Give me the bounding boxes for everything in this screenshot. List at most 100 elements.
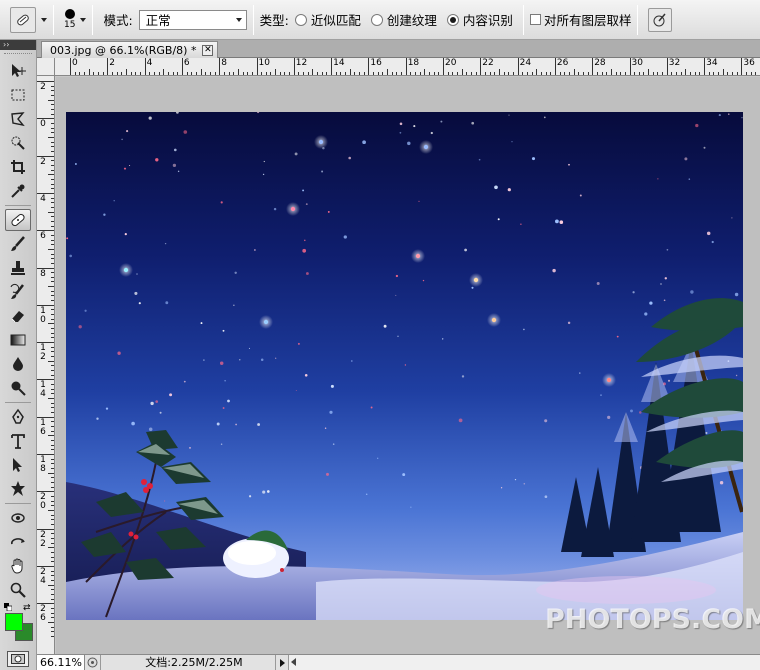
ruler-minor-tick [354, 72, 356, 75]
ruler-minor-tick [214, 72, 216, 75]
mode-select[interactable]: 正常 [138, 9, 247, 30]
default-colors-icon[interactable] [4, 603, 12, 611]
scroll-left-icon[interactable] [291, 658, 296, 666]
quick-mask-button[interactable] [7, 651, 29, 667]
ruler-minor-tick [643, 72, 645, 75]
radio-create-texture[interactable]: 创建纹理 [370, 10, 437, 29]
ruler-minor-tick [321, 72, 323, 75]
quick-selection-tool[interactable] [5, 132, 31, 154]
zoom-level-field[interactable]: 66.11% [37, 655, 85, 670]
move-tool[interactable] [5, 60, 31, 82]
ruler-origin[interactable] [37, 58, 55, 76]
horizontal-ruler[interactable]: 0 2 4 6 8 10 12 14 16 18 20 22 24 26 28 30 32 34 36 [55, 58, 760, 76]
canvas-area[interactable]: PHOTOPS.COM [56, 77, 760, 654]
star [607, 415, 611, 420]
ruler-minor-tick [153, 72, 155, 75]
clone-stamp-tool[interactable] [5, 257, 31, 279]
3d-orbit-tool[interactable] [5, 531, 31, 553]
tool-preset-picker[interactable] [0, 6, 47, 33]
eraser-tool[interactable] [5, 305, 31, 327]
status-menu-button[interactable] [85, 655, 101, 670]
blur-tool[interactable] [5, 353, 31, 375]
ruler-minor-tick [51, 127, 54, 129]
ruler-minor-tick [526, 72, 528, 75]
star [159, 411, 162, 414]
star [256, 112, 260, 114]
ruler-minor-tick [284, 72, 286, 75]
ruler-minor-tick [51, 122, 54, 124]
pen-tool[interactable] [5, 406, 31, 428]
foreground-color[interactable] [5, 613, 23, 631]
ruler-minor-tick [382, 72, 384, 75]
hand-tool[interactable] [5, 555, 31, 577]
star [383, 324, 387, 328]
ruler-minor-tick [624, 72, 626, 75]
status-bar-arrow-icon[interactable] [276, 655, 288, 670]
lasso-tool[interactable] [5, 108, 31, 130]
ruler-minor-tick [396, 72, 398, 75]
ruler-label: 30 [631, 58, 643, 68]
ruler-minor-tick [373, 72, 375, 75]
radio-proximity-match[interactable]: 近似匹配 [294, 10, 361, 29]
gradient-tool[interactable] [5, 329, 31, 351]
ruler-label: 4 [40, 575, 46, 586]
ruler-minor-tick [200, 69, 202, 75]
star [690, 290, 694, 294]
marquee-tool[interactable] [5, 84, 31, 106]
ruler-minor-tick [51, 635, 54, 637]
ruler-minor-tick [690, 72, 692, 75]
tablet-pressure-button[interactable] [648, 7, 673, 32]
brush-picker[interactable]: 15 [60, 9, 87, 30]
radio-content-aware[interactable]: 内容识别 [446, 10, 513, 29]
star [329, 410, 333, 414]
close-icon[interactable]: ✕ [202, 44, 214, 56]
brush-tool[interactable] [5, 233, 31, 255]
toolbox-header[interactable]: ›› [0, 40, 36, 50]
ruler-minor-tick [51, 169, 54, 171]
ruler-minor-tick [340, 72, 342, 75]
ruler-minor-tick [48, 211, 54, 213]
spot-healing-brush-tool[interactable] [5, 209, 31, 231]
sample-all-layers-checkbox[interactable]: 对所有图层取样 [529, 10, 631, 29]
ruler-minor-tick [596, 72, 598, 75]
type-label: 类型: [259, 13, 289, 28]
ruler-minor-tick [51, 444, 54, 446]
horizontal-scrollbar[interactable] [288, 655, 760, 670]
star [155, 400, 159, 403]
ruler-minor-tick [51, 351, 54, 353]
ruler-minor-tick [652, 72, 654, 75]
gradient-icon [10, 334, 26, 346]
eyedropper-tool[interactable] [5, 180, 31, 202]
ruler-label: 28 [594, 58, 606, 68]
crop-tool[interactable] [5, 156, 31, 178]
ruler-minor-tick [247, 72, 249, 75]
dodge-tool[interactable] [5, 377, 31, 399]
star [321, 170, 324, 173]
star [494, 185, 498, 190]
tablet-pressure-icon [653, 13, 667, 26]
separator [5, 402, 31, 403]
3d-rotate-tool[interactable] [5, 507, 31, 529]
toolbox-grip[interactable] [4, 53, 32, 57]
ruler-minor-tick [587, 72, 589, 75]
document-tab[interactable]: 003.jpg @ 66.1%(RGB/8) * ✕ [41, 41, 219, 58]
bandage-icon [11, 213, 25, 227]
ruler-minor-tick [51, 356, 54, 358]
swap-colors-icon[interactable]: ⇄ [23, 603, 31, 613]
radio-label: 创建纹理 [386, 13, 437, 28]
star [233, 304, 235, 306]
zoom-tool[interactable] [5, 579, 31, 601]
star [164, 242, 167, 245]
star [183, 380, 186, 383]
ruler-minor-tick [158, 72, 160, 75]
star [273, 207, 277, 211]
path-selection-tool[interactable] [5, 454, 31, 476]
document-image[interactable] [66, 112, 743, 620]
star [478, 158, 481, 161]
star [365, 493, 368, 496]
type-tool[interactable] [5, 430, 31, 452]
history-brush-tool[interactable] [5, 281, 31, 303]
ruler-minor-tick [88, 69, 90, 75]
shape-tool[interactable] [5, 478, 31, 500]
vertical-ruler[interactable]: 202468101214161820222426 [37, 76, 55, 654]
